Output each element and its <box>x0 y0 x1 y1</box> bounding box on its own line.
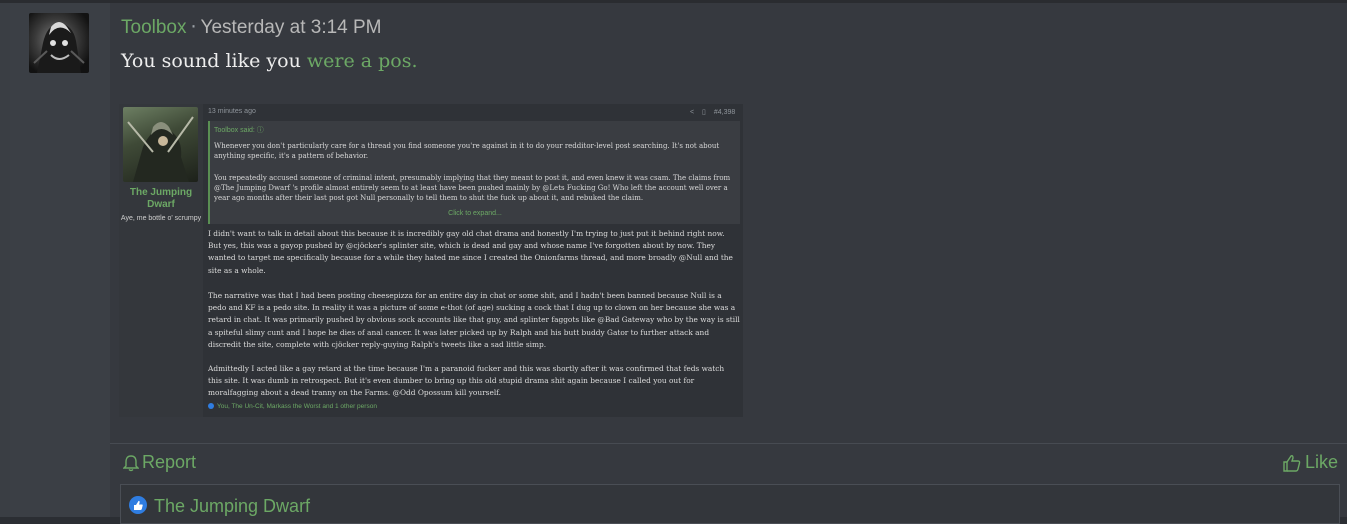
embedded-paragraph: I didn't want to talk in detail about th… <box>208 229 733 275</box>
embedded-paragraph: The narrative was that I had been postin… <box>208 291 740 349</box>
embedded-avatar-image <box>127 116 194 182</box>
embedded-paragraph: Admittedly I acted like a gay retard at … <box>208 364 725 398</box>
action-divider <box>110 443 1347 444</box>
embedded-post-tools: < ▯ #4,398 <box>690 108 735 116</box>
bell-icon <box>123 454 139 471</box>
post-header: Toolbox · Yesterday at 3:14 PM <box>121 15 382 40</box>
post-sidebar <box>10 3 110 517</box>
report-label: Report <box>142 452 197 472</box>
quote-header: Toolbox said: ⓘ <box>214 127 264 134</box>
header-separator: · <box>190 16 197 38</box>
like-label: Like <box>1305 452 1339 472</box>
quote-paragraph: Whenever you don't particularly care for… <box>214 142 720 160</box>
embedded-reactions: You, The Un-Cit, Markass the Worst and 1… <box>208 403 377 410</box>
thumbs-up-icon <box>1283 454 1301 472</box>
avatar-image <box>33 22 85 73</box>
post-text: You sound like you <box>121 50 307 72</box>
embedded-quote: Toolbox said: ⓘ Whenever you don't parti… <box>208 121 740 224</box>
reaction-user-link[interactable]: The Jumping Dwarf <box>154 496 310 517</box>
post-inline-link[interactable]: were a pos. <box>307 50 418 72</box>
embedded-avatar <box>123 107 198 182</box>
embedded-timestamp: 13 minutes ago <box>208 108 256 115</box>
embedded-screenshot[interactable]: The Jumping Dwarf Aye, me bottle o' scru… <box>119 104 743 417</box>
like-reaction-icon <box>129 496 147 514</box>
like-reaction-icon <box>208 403 214 409</box>
embedded-reactions-text: You, The Un-Cit, Markass the Worst and 1… <box>217 403 377 410</box>
embedded-post-number: #4,398 <box>713 109 736 116</box>
like-button[interactable]: Like <box>1283 452 1338 473</box>
report-button[interactable]: Report <box>123 452 196 473</box>
author-link[interactable]: Toolbox <box>121 17 187 38</box>
embedded-author-title: Aye, me bottle o' scrumpy <box>120 215 202 222</box>
reaction-summary[interactable]: The Jumping Dwarf <box>120 484 1340 524</box>
post-timestamp[interactable]: Yesterday at 3:14 PM <box>201 17 382 38</box>
post-body: You sound like you were a pos. <box>121 49 418 73</box>
bookmark-icon: ▯ <box>702 109 706 116</box>
share-icon: < <box>690 109 695 116</box>
embedded-author-name: The Jumping Dwarf <box>129 187 193 210</box>
quote-paragraph: You repeatedly accused someone of crimin… <box>214 174 731 202</box>
avatar[interactable] <box>29 13 89 73</box>
quote-expand: Click to expand... <box>448 210 502 217</box>
